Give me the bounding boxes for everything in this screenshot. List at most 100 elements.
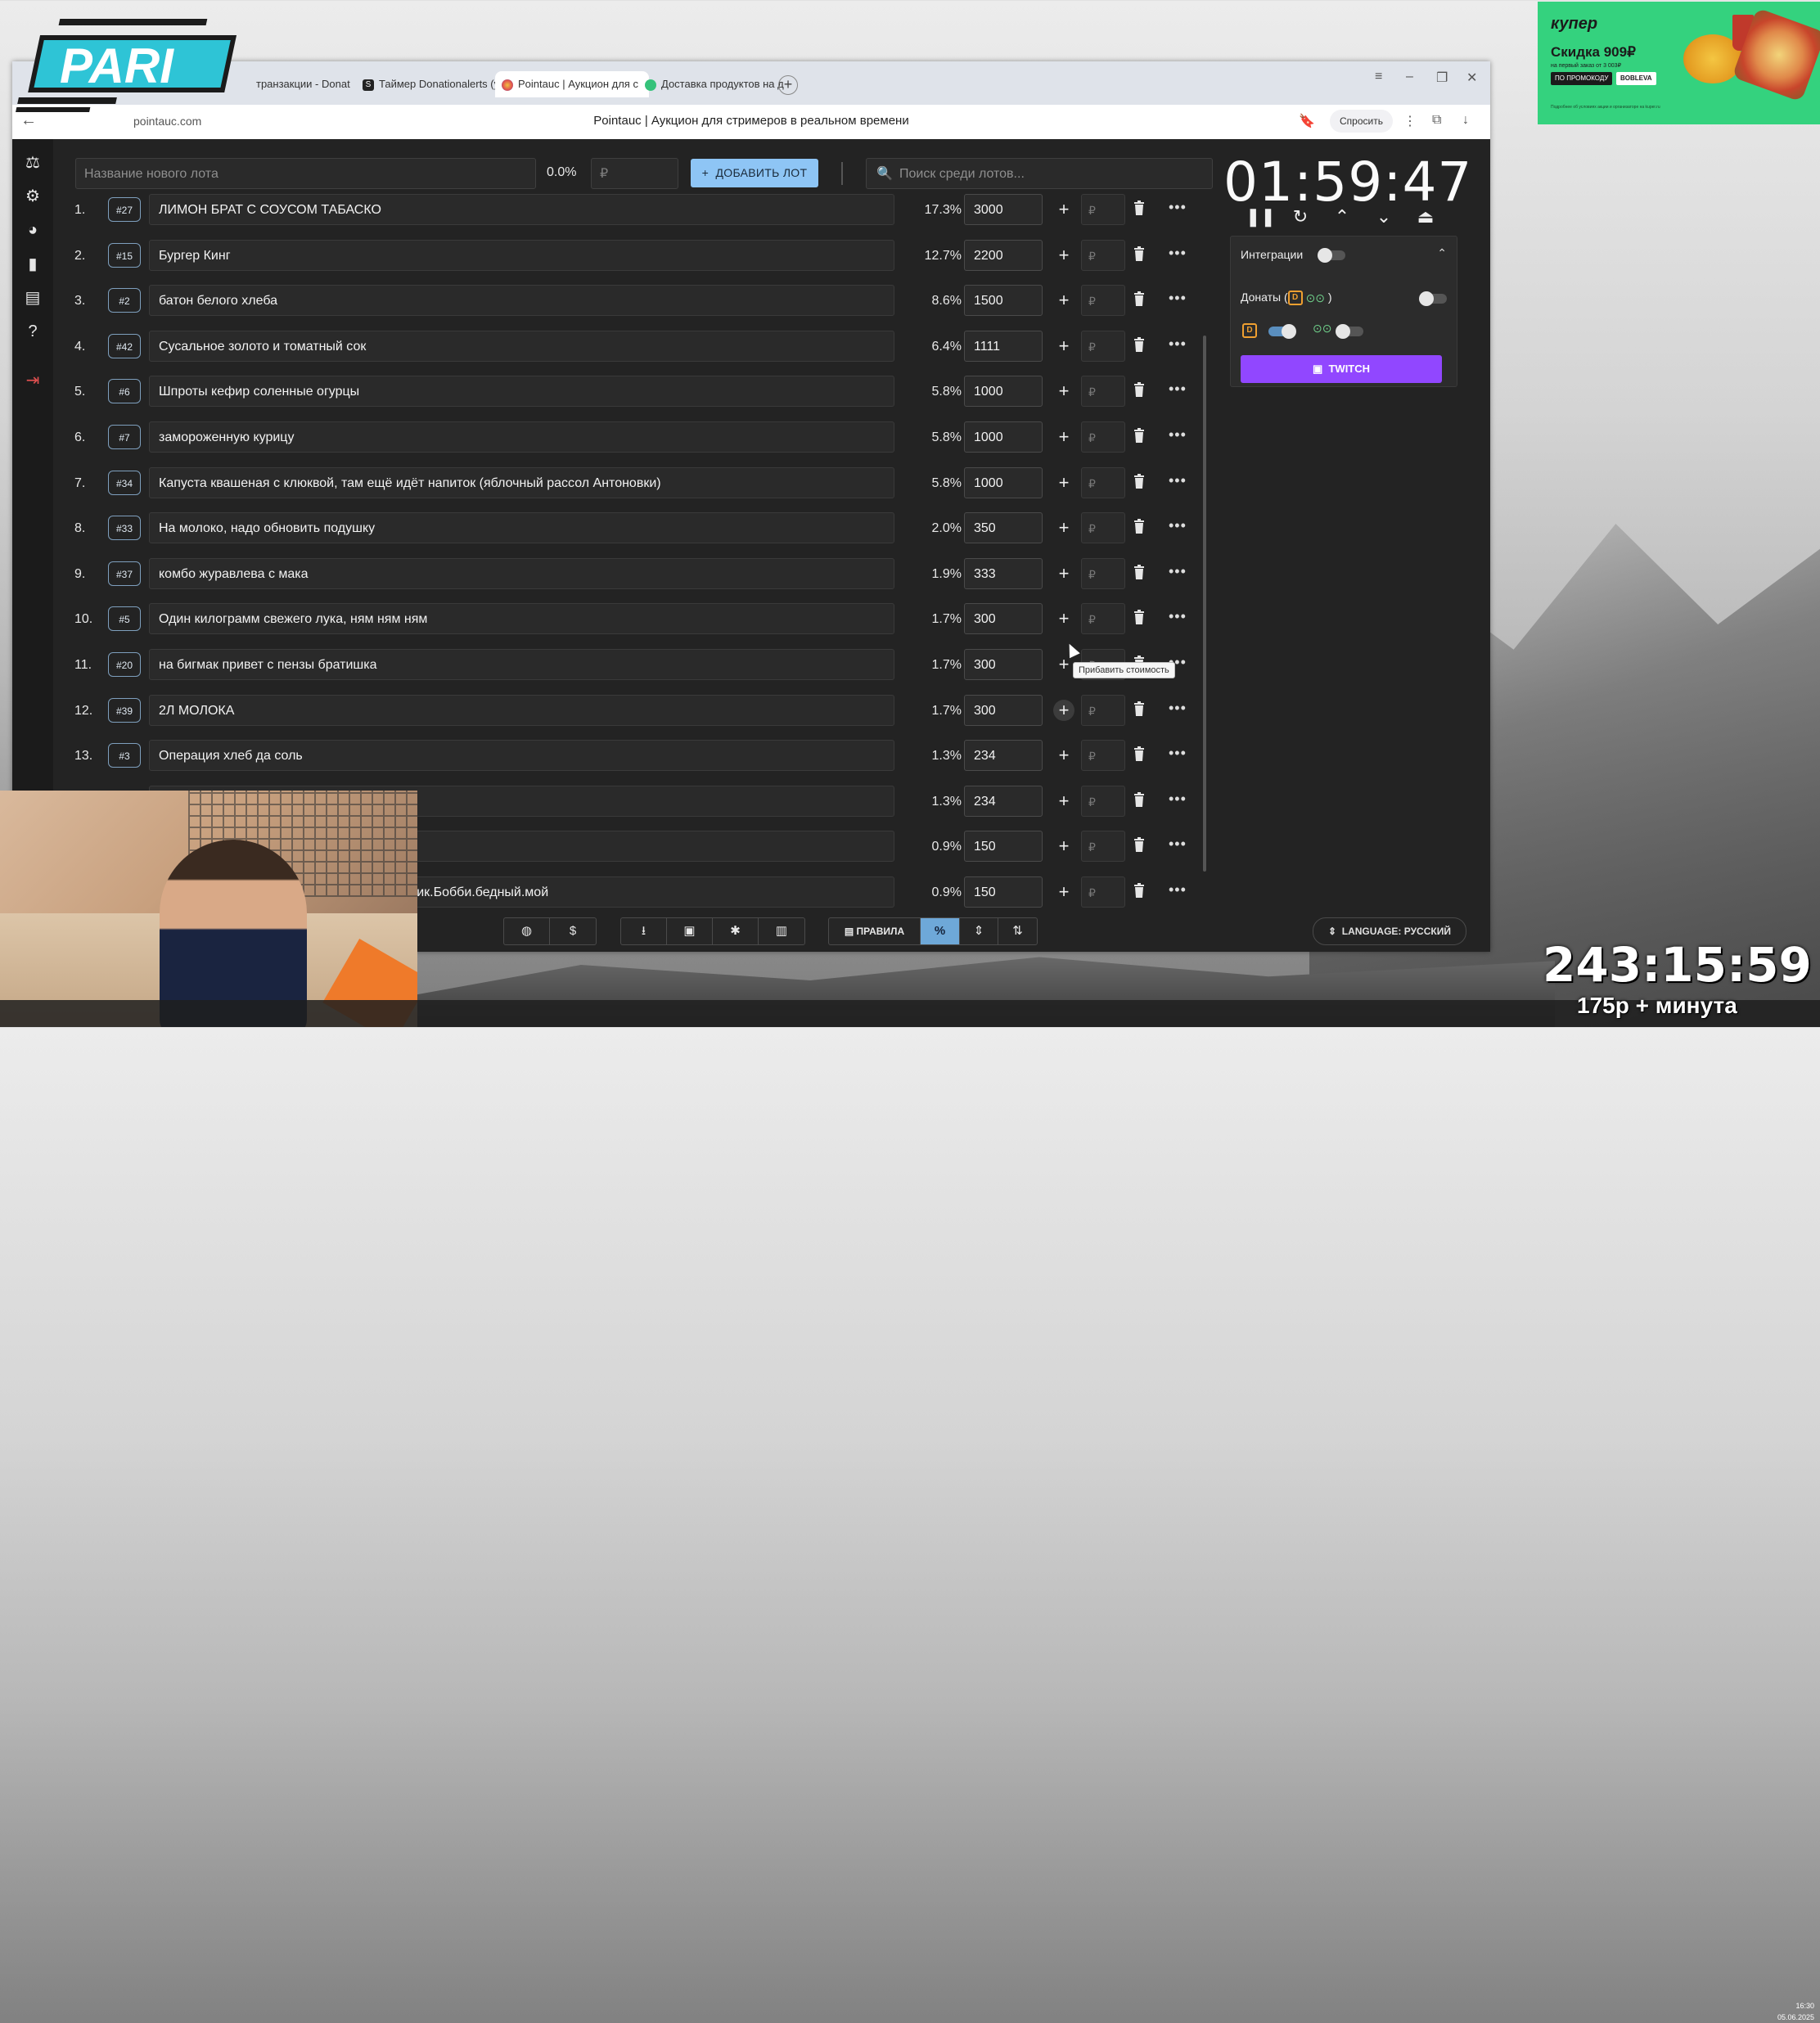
lot-id-badge[interactable]: #39: [108, 697, 141, 723]
lot-amount-input[interactable]: 1000: [964, 376, 1043, 408]
donations-toggle[interactable]: [1419, 291, 1447, 306]
lot-name-input[interactable]: Сусальное золото и томатный сок: [149, 330, 894, 362]
add-cost-plus-icon[interactable]: +: [1053, 836, 1074, 857]
add-cost-input[interactable]: ₽: [1081, 466, 1125, 498]
menu-icon[interactable]: ≡: [1375, 70, 1382, 84]
percent-toggle-button[interactable]: %: [921, 918, 960, 944]
more-options-icon[interactable]: •••: [1169, 336, 1187, 353]
lot-amount-input[interactable]: 3000: [964, 194, 1043, 225]
delete-trash-icon[interactable]: [1133, 610, 1150, 628]
more-options-icon[interactable]: •••: [1169, 745, 1187, 762]
add-cost-input[interactable]: ₽: [1081, 603, 1125, 635]
lot-id-badge[interactable]: #27: [108, 197, 141, 222]
rules-button[interactable]: ▤ ПРАВИЛА: [829, 918, 921, 944]
lot-id-badge[interactable]: #5: [108, 606, 141, 632]
lot-id-badge[interactable]: #37: [108, 561, 141, 586]
add-cost-plus-icon[interactable]: +: [1053, 881, 1074, 903]
tab-donationalerts-timer[interactable]: S Таймер Donationalerts (у: [356, 71, 516, 97]
lot-id-badge[interactable]: #2: [108, 288, 141, 313]
lot-amount-input[interactable]: 300: [964, 603, 1043, 635]
delete-trash-icon[interactable]: [1133, 883, 1150, 901]
lot-id-badge[interactable]: #6: [108, 379, 141, 404]
clear-icon[interactable]: ▥: [759, 918, 804, 944]
lot-name-input[interactable]: Операция хлеб да соль: [149, 740, 894, 772]
donate-dollar-icon[interactable]: $: [550, 918, 596, 944]
lot-name-input[interactable]: Шпроты кефир соленные огурцы: [149, 376, 894, 408]
delete-trash-icon[interactable]: [1133, 701, 1150, 719]
delete-trash-icon[interactable]: [1133, 291, 1150, 309]
lot-amount-input[interactable]: 1500: [964, 285, 1043, 317]
add-cost-plus-icon[interactable]: +: [1053, 290, 1074, 311]
delete-trash-icon[interactable]: [1133, 246, 1150, 264]
add-cost-input[interactable]: ₽: [1081, 239, 1125, 271]
twitch-button[interactable]: ▣ TWITCH: [1241, 355, 1442, 383]
lot-search-input[interactable]: 🔍 Поиск среди лотов...: [866, 158, 1213, 189]
add-cost-input[interactable]: ₽: [1081, 831, 1125, 863]
more-options-icon[interactable]: •••: [1169, 199, 1187, 216]
save-icon[interactable]: ▣: [667, 918, 713, 944]
more-options-icon[interactable]: •••: [1169, 608, 1187, 625]
new-tab-button[interactable]: +: [778, 75, 798, 95]
add-cost-input[interactable]: ₽: [1081, 285, 1125, 317]
add-cost-plus-icon[interactable]: +: [1053, 245, 1074, 266]
download-icon[interactable]: ↓: [1462, 113, 1469, 128]
github-icon[interactable]: ◍: [504, 918, 550, 944]
add-cost-plus-icon[interactable]: +: [1053, 336, 1074, 357]
compact-icon[interactable]: ⇕: [960, 918, 998, 944]
donationalerts-toggle[interactable]: [1268, 324, 1296, 339]
extensions-icon[interactable]: ⧉: [1432, 113, 1441, 128]
integrations-toggle[interactable]: [1318, 248, 1345, 263]
ask-button[interactable]: Спросить: [1330, 110, 1393, 133]
lot-amount-input[interactable]: 1000: [964, 421, 1043, 453]
lot-name-input[interactable]: комбо журавлева с мака: [149, 557, 894, 589]
delete-trash-icon[interactable]: [1133, 837, 1150, 855]
more-options-icon[interactable]: •••: [1169, 563, 1187, 580]
lot-name-input[interactable]: 2Л МОЛОКА: [149, 694, 894, 726]
eject-icon[interactable]: ⏏: [1412, 206, 1439, 228]
minimize-icon[interactable]: –: [1406, 70, 1413, 84]
delete-trash-icon[interactable]: [1133, 564, 1150, 583]
maximize-icon[interactable]: ❐: [1436, 70, 1448, 86]
lot-id-badge[interactable]: #33: [108, 516, 141, 541]
lot-id-badge[interactable]: #34: [108, 470, 141, 495]
lot-amount-input[interactable]: 350: [964, 512, 1043, 544]
add-cost-input[interactable]: ₽: [1081, 557, 1125, 589]
lot-amount-input[interactable]: 150: [964, 831, 1043, 863]
delete-trash-icon[interactable]: [1133, 200, 1150, 219]
add-cost-input[interactable]: ₽: [1081, 512, 1125, 544]
lot-amount-input[interactable]: 234: [964, 740, 1043, 772]
lot-amount-input[interactable]: 1000: [964, 466, 1043, 498]
add-cost-input[interactable]: ₽: [1081, 194, 1125, 225]
add-cost-input[interactable]: ₽: [1081, 421, 1125, 453]
lot-amount-input[interactable]: 300: [964, 694, 1043, 726]
add-cost-plus-icon[interactable]: +: [1053, 199, 1074, 220]
more-options-icon[interactable]: •••: [1169, 381, 1187, 398]
more-icon[interactable]: ⋮: [1403, 113, 1417, 129]
reset-timer-icon[interactable]: ↻: [1287, 206, 1313, 228]
add-cost-input[interactable]: ₽: [1081, 376, 1125, 408]
language-button[interactable]: ⇕ LANGUAGE: РУССКИЙ: [1313, 917, 1466, 945]
lot-name-input[interactable]: На молоко, надо обновить подушку: [149, 512, 894, 544]
scrollbar[interactable]: [1203, 336, 1206, 872]
more-options-icon[interactable]: •••: [1169, 290, 1187, 307]
lot-amount-input[interactable]: 2200: [964, 239, 1043, 271]
add-lot-button[interactable]: + ДОБАВИТЬ ЛОТ: [691, 159, 818, 187]
delete-trash-icon[interactable]: [1133, 519, 1150, 537]
add-cost-plus-icon[interactable]: +: [1053, 745, 1074, 766]
more-options-icon[interactable]: •••: [1169, 517, 1187, 534]
download-icon[interactable]: ⭳: [621, 918, 667, 944]
auction-gavel-icon[interactable]: ⚖: [20, 151, 45, 175]
delete-trash-icon[interactable]: [1133, 473, 1150, 492]
delete-trash-icon[interactable]: [1133, 791, 1150, 810]
chevron-up-icon[interactable]: ⌃: [1437, 246, 1447, 260]
lot-name-input[interactable]: на бигмак привет с пензы братишка: [149, 649, 894, 680]
new-lot-amount-input[interactable]: ₽: [591, 158, 678, 189]
lot-id-badge[interactable]: #3: [108, 743, 141, 768]
lot-amount-input[interactable]: 150: [964, 876, 1043, 908]
tab-pointauc[interactable]: Pointauc | Аукцион для с×: [495, 71, 649, 97]
bug-icon[interactable]: ✱: [713, 918, 759, 944]
add-cost-plus-icon[interactable]: +: [1053, 426, 1074, 448]
lot-name-input[interactable]: ЛИМОН БРАТ С СОУСОМ ТАБАСКО: [149, 194, 894, 225]
add-cost-plus-icon[interactable]: +: [1053, 472, 1074, 493]
lot-id-badge[interactable]: #15: [108, 242, 141, 268]
